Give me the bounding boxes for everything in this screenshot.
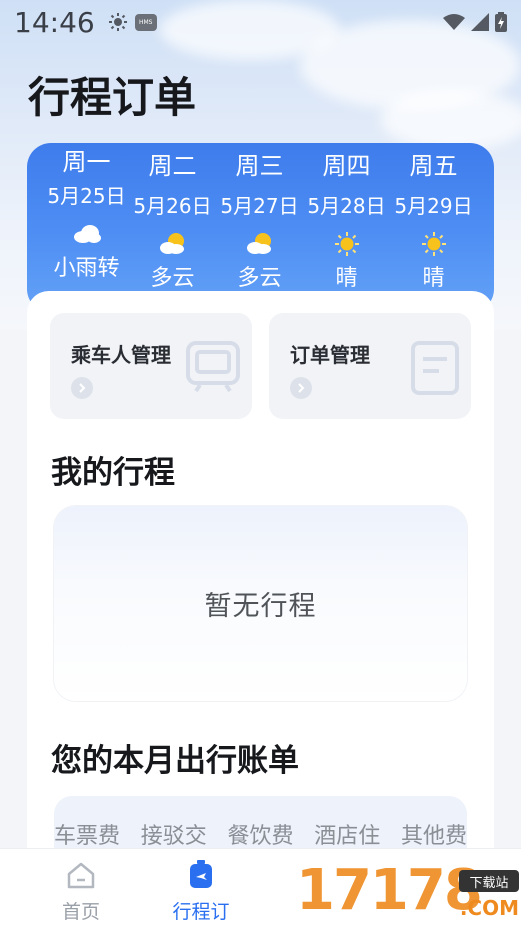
main-panel: 乘车人管理 订单管理 我的行程 暂无行程 您的本月出行账单 车票费 接驳交 餐饮… xyxy=(27,291,494,856)
weather-date: 5月25日 xyxy=(47,184,126,208)
partly-cloudy-icon xyxy=(216,231,303,257)
weather-desc: 小雨转 xyxy=(53,256,120,281)
tab-label: 行程订 xyxy=(172,901,230,923)
empty-trips-card: 暂无行程 xyxy=(54,506,467,701)
watermark-number: 17178 xyxy=(296,858,483,923)
weather-day-label: 周一 xyxy=(62,148,111,176)
signal-icon xyxy=(471,13,489,31)
site-watermark: 17178 下载站 .COM xyxy=(296,858,521,926)
passenger-card-icon xyxy=(186,341,240,393)
weather-day-5: 周五 5月29日 晴 xyxy=(390,151,477,293)
weather-day-3: 周三 5月27日 多云 xyxy=(216,151,303,293)
passenger-management-card[interactable]: 乘车人管理 xyxy=(50,313,252,419)
page-title: 行程订单 xyxy=(28,73,197,122)
bill-category: 餐饮费 xyxy=(227,824,294,849)
quick-action-label: 订单管理 xyxy=(290,343,370,367)
weather-date: 5月26日 xyxy=(133,194,212,218)
tab-trips-orders[interactable]: 行程订 xyxy=(156,859,246,924)
bill-category: 车票费 xyxy=(54,824,121,849)
bill-category: 酒店住 xyxy=(314,824,381,849)
brightness-icon xyxy=(108,13,127,31)
weather-desc: 晴 xyxy=(335,266,358,291)
trip-luggage-icon xyxy=(156,859,246,891)
watermark-tag: 下载站 xyxy=(459,870,519,892)
home-icon xyxy=(36,859,126,891)
wifi-icon xyxy=(443,14,465,30)
weather-date: 5月29日 xyxy=(394,194,473,218)
weather-day-label: 周四 xyxy=(322,152,371,180)
tab-home[interactable]: 首页 xyxy=(36,859,126,924)
weather-desc: 多云 xyxy=(237,266,282,291)
monthly-bill-title: 您的本月出行账单 xyxy=(51,743,299,779)
sun-icon xyxy=(390,231,477,257)
weather-forecast-card: 周一 5月25日 小雨转 周二 5月26日 多云 周三 5月27日 多云 周四 … xyxy=(27,143,494,313)
quick-action-label: 乘车人管理 xyxy=(71,343,171,367)
status-time: 14:46 xyxy=(14,5,95,39)
hms-badge: HMS xyxy=(134,13,157,31)
weather-day-4: 周四 5月28日 晴 xyxy=(303,151,390,293)
weather-day-1: 周一 5月25日 小雨转 xyxy=(43,147,130,283)
status-bar: 14:46 HMS xyxy=(0,0,521,44)
partly-cloudy-icon xyxy=(129,231,216,257)
chevron-right-icon xyxy=(290,377,312,399)
weather-date: 5月28日 xyxy=(307,194,386,218)
weather-day-label: 周三 xyxy=(235,152,284,180)
order-doc-icon xyxy=(411,341,459,395)
monthly-bill-card[interactable]: 车票费 接驳交 餐饮费 酒店住 其他费 xyxy=(54,796,467,856)
empty-trips-text: 暂无行程 xyxy=(204,591,317,622)
weather-day-label: 周二 xyxy=(148,152,197,180)
weather-desc: 晴 xyxy=(422,266,445,291)
tab-label: 首页 xyxy=(61,901,100,923)
bill-categories: 车票费 接驳交 餐饮费 酒店住 其他费 xyxy=(54,818,467,850)
my-trips-title: 我的行程 xyxy=(51,455,175,491)
bill-category: 接驳交 xyxy=(140,824,207,849)
cloud-icon xyxy=(43,221,130,247)
watermark-suffix: .COM xyxy=(459,896,519,920)
weather-day-2: 周二 5月26日 多云 xyxy=(129,151,216,293)
sun-icon xyxy=(303,231,390,257)
bill-category: 其他费 xyxy=(400,824,467,849)
weather-desc: 多云 xyxy=(150,266,195,291)
weather-date: 5月27日 xyxy=(220,194,299,218)
battery-icon xyxy=(495,12,507,32)
cloud-decor xyxy=(380,90,521,150)
weather-day-label: 周五 xyxy=(409,152,458,180)
chevron-right-icon xyxy=(71,377,93,399)
order-management-card[interactable]: 订单管理 xyxy=(269,313,471,419)
